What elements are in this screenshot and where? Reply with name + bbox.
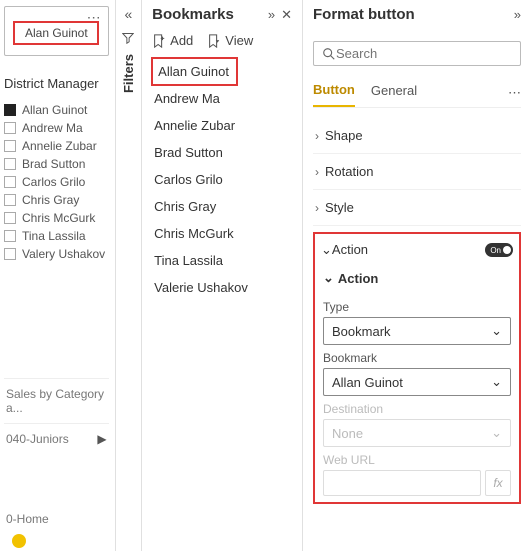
format-tabs: Button General ⋯ [313, 78, 521, 108]
filters-label: Filters [121, 54, 136, 93]
caret-right-icon[interactable]: ▶ [97, 432, 106, 446]
slicer-item[interactable]: Andrew Ma [4, 119, 109, 137]
search-input-wrapper[interactable] [313, 41, 521, 66]
type-label: Type [323, 300, 511, 314]
slicer-item[interactable]: Brad Sutton [4, 155, 109, 173]
popout-icon[interactable]: » [268, 7, 275, 23]
action-header[interactable]: ⌄Action On [321, 240, 513, 266]
tab-general[interactable]: General [371, 79, 417, 106]
slicer-title: District Manager [4, 76, 109, 91]
slicer-item[interactable]: Allan Guinot [4, 101, 109, 119]
bookmark-add-button[interactable]: Add [152, 33, 193, 48]
weburl-input [323, 470, 481, 496]
bookmark-item[interactable]: Annelie Zubar [152, 112, 292, 139]
button-visual-text: Alan Guinot [25, 26, 88, 40]
slicer-list: Allan Guinot Andrew Ma Annelie Zubar Bra… [4, 101, 109, 263]
slicer-item[interactable]: Chris McGurk [4, 209, 109, 227]
format-row-rotation[interactable]: ›Rotation [313, 154, 521, 190]
slicer-item[interactable]: Carlos Grilo [4, 173, 109, 191]
action-subheader[interactable]: ⌄ Action [323, 266, 511, 294]
chevron-right-icon: › [315, 165, 319, 179]
checkbox-icon[interactable] [4, 176, 16, 188]
category-row[interactable]: 040-Juniors ▶ [4, 423, 109, 454]
type-select[interactable]: Bookmark ⌄ [323, 317, 511, 345]
slicer-item[interactable]: Valery Ushakov [4, 245, 109, 263]
action-toggle[interactable]: On [485, 243, 513, 257]
format-title: Format button [313, 6, 415, 23]
tab-button[interactable]: Button [313, 78, 355, 107]
checkbox-icon[interactable] [4, 140, 16, 152]
chevron-down-icon: ⌄ [491, 374, 502, 390]
bookmarks-pane: Bookmarks » ✕ Add View Allan Guinot Andr… [142, 0, 303, 551]
chevron-right-icon: › [315, 129, 319, 143]
checkbox-icon[interactable] [4, 104, 16, 116]
slicer-item[interactable]: Annelie Zubar [4, 137, 109, 155]
bookmarks-list: Allan Guinot Andrew Ma Annelie Zubar Bra… [152, 58, 292, 301]
data-point-icon [12, 534, 26, 548]
canvas-lower: Sales by Category a... 040-Juniors ▶ 0-H… [4, 378, 109, 551]
bookmark-select[interactable]: Allan Guinot ⌄ [323, 368, 511, 396]
more-icon[interactable]: ⋯ [87, 9, 102, 26]
bookmark-item[interactable]: Valerie Ushakov [152, 274, 292, 301]
fx-button[interactable]: fx [485, 470, 511, 496]
bookmark-label: Bookmark [323, 351, 511, 365]
bookmark-item[interactable]: Andrew Ma [152, 85, 292, 112]
destination-select: None ⌄ [323, 419, 511, 447]
destination-label: Destination [323, 402, 511, 416]
category-row[interactable]: 0-Home [4, 504, 109, 534]
bookmark-view-icon [207, 34, 221, 48]
chevron-right-icon: › [315, 201, 319, 215]
bookmark-item[interactable]: Allan Guinot [152, 58, 237, 85]
bookmark-item[interactable]: Tina Lassila [152, 247, 292, 274]
bookmark-view-button[interactable]: View [207, 33, 253, 48]
slicer-item[interactable]: Tina Lassila [4, 227, 109, 245]
close-icon[interactable]: ✕ [281, 7, 292, 23]
chevron-down-icon: ⌄ [491, 425, 502, 441]
bookmark-item[interactable]: Chris Gray [152, 193, 292, 220]
action-section: ⌄Action On ⌄ Action Type Bookmark ⌄ Book… [313, 232, 521, 504]
canvas-column: ⋯ Alan Guinot District Manager Allan Gui… [0, 0, 116, 551]
checkbox-icon[interactable] [4, 122, 16, 134]
filters-pane-collapsed[interactable]: « Filters [116, 0, 143, 551]
checkbox-icon[interactable] [4, 248, 16, 260]
bookmarks-title: Bookmarks [152, 6, 234, 23]
search-input[interactable] [336, 46, 512, 61]
slicer-item[interactable]: Chris Gray [4, 191, 109, 209]
bookmark-item[interactable]: Carlos Grilo [152, 166, 292, 193]
bookmark-add-icon [152, 34, 166, 48]
visual-title-row[interactable]: Sales by Category a... [4, 378, 109, 423]
format-pane: Format button » Button General ⋯ ›Shape … [303, 0, 531, 551]
button-visual-card[interactable]: ⋯ Alan Guinot [4, 6, 109, 56]
checkbox-icon[interactable] [4, 212, 16, 224]
bookmark-item[interactable]: Brad Sutton [152, 139, 292, 166]
format-row-style[interactable]: ›Style [313, 190, 521, 226]
search-icon [322, 47, 336, 61]
toggle-knob-icon [503, 246, 511, 254]
weburl-label: Web URL [323, 453, 511, 467]
expand-icon[interactable]: « [125, 6, 133, 22]
checkbox-icon[interactable] [4, 230, 16, 242]
district-manager-slicer: District Manager Allan Guinot Andrew Ma … [4, 76, 109, 263]
filter-icon [122, 32, 134, 44]
chevron-down-icon: ⌄ [321, 242, 332, 257]
more-icon[interactable]: ⋯ [508, 85, 521, 101]
chevron-down-icon: ⌄ [323, 270, 334, 286]
checkbox-icon[interactable] [4, 158, 16, 170]
bookmark-item[interactable]: Chris McGurk [152, 220, 292, 247]
popout-icon[interactable]: » [514, 7, 521, 22]
checkbox-icon[interactable] [4, 194, 16, 206]
format-row-shape[interactable]: ›Shape [313, 118, 521, 154]
chevron-down-icon: ⌄ [491, 323, 502, 339]
